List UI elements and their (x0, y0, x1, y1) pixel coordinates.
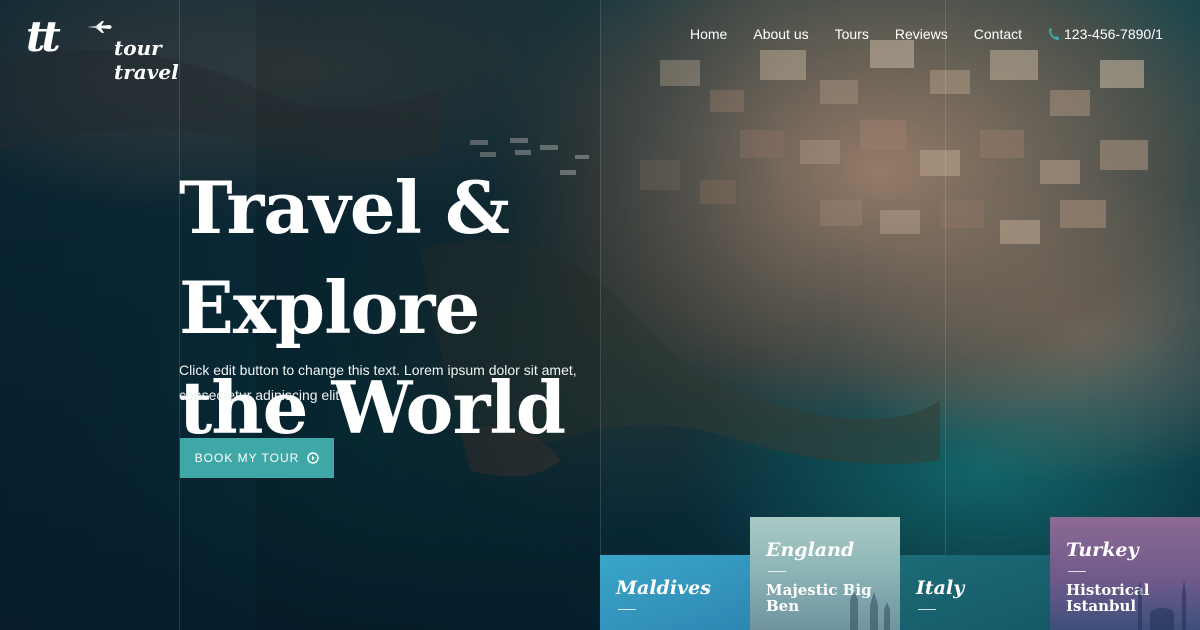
logo-mark: tt (26, 12, 61, 61)
card-divider (618, 609, 636, 610)
hero-title: Travel & Explore the World (179, 158, 799, 458)
nav-item-contact[interactable]: Contact (974, 26, 1022, 42)
tour-card-turkey[interactable]: Turkey Historical Istanbul (1050, 517, 1200, 630)
nav-item-about[interactable]: About us (753, 26, 808, 42)
logo-word: tour travel (114, 36, 179, 84)
phone-number: 123-456-7890/1 (1064, 26, 1163, 42)
phone-link[interactable]: 123-456-7890/1 (1048, 26, 1163, 42)
card-country: England (766, 539, 855, 561)
nav-item-tours[interactable]: Tours (835, 26, 869, 42)
book-tour-button[interactable]: BOOK MY TOUR (180, 438, 334, 478)
nav-item-reviews[interactable]: Reviews (895, 26, 948, 42)
main-nav: Home About us Tours Reviews Contact 123-… (690, 26, 1163, 42)
card-divider (768, 571, 786, 572)
card-country: Maldives (616, 577, 711, 599)
card-country: Italy (916, 577, 965, 599)
tour-card-england[interactable]: England Majestic Big Ben (750, 517, 900, 630)
tour-card-maldives[interactable]: Maldives (600, 555, 750, 630)
hero-title-line1: Travel & Explore (179, 165, 510, 350)
column-line (945, 0, 946, 630)
phone-icon (1049, 28, 1060, 40)
card-divider (918, 609, 936, 610)
nav-item-home[interactable]: Home (690, 26, 727, 42)
mosque-illustration (1138, 580, 1186, 630)
arrow-circle-icon (307, 452, 320, 464)
card-country: Turkey (1066, 539, 1139, 561)
site-logo[interactable]: tt tour travel (26, 12, 206, 84)
big-ben-illustration (850, 590, 890, 630)
hero-description: Click edit button to change this text. L… (179, 362, 577, 403)
card-divider (1068, 571, 1086, 572)
tour-card-italy[interactable]: Italy (900, 555, 1050, 630)
book-tour-label: BOOK MY TOUR (194, 451, 300, 465)
airplane-icon (87, 21, 112, 33)
